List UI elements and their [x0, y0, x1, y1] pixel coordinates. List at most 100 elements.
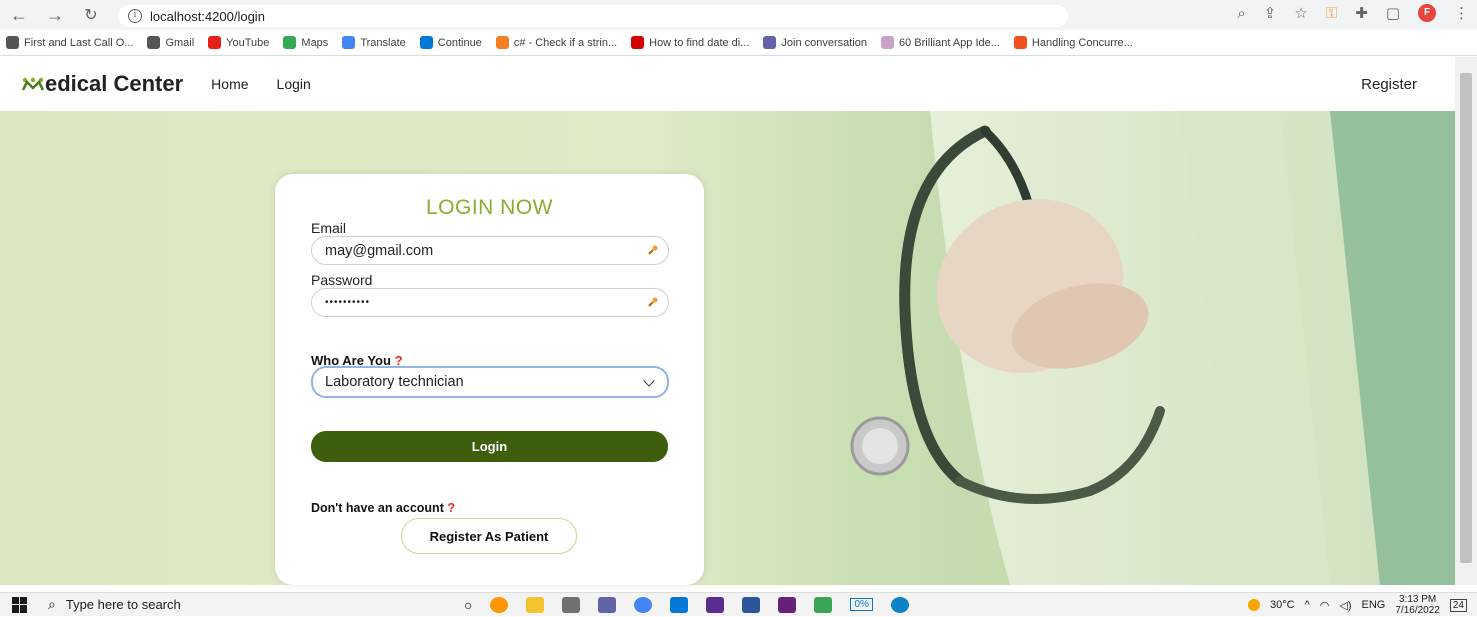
clock-time: 3:13 PM [1399, 594, 1437, 605]
weather-icon[interactable] [1248, 599, 1261, 611]
system-tray: 30°C ^ ◠ ◁) ENG 3:13 PM 7/16/2022 24 [1248, 593, 1467, 617]
page-bottom [0, 585, 1477, 592]
password-field[interactable]: •••••••••• [311, 288, 669, 317]
bookmark-favicon-icon [495, 36, 509, 49]
bookmark-item[interactable]: Join conversation [763, 36, 867, 49]
profile-avatar[interactable]: F [1418, 4, 1436, 22]
bookmark-label: Join conversation [781, 36, 868, 49]
browser-toolbar-icons: ⌕ ⇪ ☆ ⚿ ✚ ▢ F ⋮ [1237, 4, 1469, 22]
key-extension-icon[interactable]: ⚿ [1326, 5, 1337, 22]
nav-link-register[interactable]: Register [1361, 76, 1417, 93]
brand-m-icon [22, 77, 44, 91]
firefox-icon[interactable] [490, 596, 509, 613]
bookmark-label: c# - Check if a strin... [513, 36, 618, 49]
reload-icon[interactable]: ↻ [78, 2, 104, 28]
word-icon[interactable] [742, 596, 761, 613]
bookmark-favicon-icon [283, 36, 297, 49]
address-url: localhost:4200/login [150, 8, 265, 24]
hero-background [0, 111, 1455, 585]
no-account-question-mark: ? [447, 501, 455, 515]
bookmark-item[interactable]: c# - Check if a strin... [495, 36, 618, 49]
calculator-icon[interactable] [562, 596, 581, 613]
bookmark-favicon-icon [342, 36, 356, 49]
language-indicator[interactable]: ENG [1362, 599, 1386, 611]
forward-arrow-icon[interactable]: → [42, 2, 68, 28]
page-scrollbar[interactable] [1455, 57, 1477, 585]
chevron-down-icon [643, 375, 655, 387]
terminal-icon[interactable] [706, 596, 725, 613]
login-title: LOGIN NOW [425, 196, 553, 219]
clock-date: 7/16/2022 [1395, 605, 1440, 616]
bookmark-item[interactable]: How to find date di... [631, 36, 749, 49]
site-info-icon[interactable]: i [128, 9, 142, 23]
no-account-label: Don't have an account ? [311, 501, 455, 515]
notifications-icon[interactable]: 24 [1449, 598, 1467, 612]
weather-temp[interactable]: 30°C [1270, 599, 1295, 611]
extensions-puzzle-icon[interactable]: ✚ [1355, 4, 1368, 22]
email-label: Email [311, 220, 347, 236]
clock[interactable]: 3:13 PM 7/16/2022 [1395, 594, 1440, 616]
battery-indicator[interactable]: 0% [850, 598, 873, 611]
taskbar-search-placeholder: Type here to search [65, 597, 181, 612]
email-value: may@gmail.com [325, 242, 434, 259]
brand-logo[interactable]: edical Center [22, 71, 183, 97]
key-autofill-icon[interactable] [648, 245, 658, 255]
network-icon[interactable]: ◠ [1320, 599, 1330, 612]
bookmark-favicon-icon [1013, 36, 1027, 49]
windows-start-icon[interactable] [12, 596, 28, 613]
register-as-patient-button[interactable]: Register As Patient [401, 518, 577, 554]
help-icon[interactable] [890, 596, 909, 613]
bookmark-favicon-icon [208, 36, 222, 49]
bookmark-item[interactable]: Continue [419, 36, 482, 49]
bookmark-favicon-icon [631, 36, 645, 49]
speaker-icon[interactable]: ◁) [1339, 599, 1351, 612]
bookmark-item[interactable]: 60 Brilliant App Ide... [881, 36, 1000, 49]
chrome-icon[interactable] [634, 596, 653, 613]
role-select[interactable]: Laboratory technician [311, 366, 669, 398]
site-navbar: edical Center Home Login Register [0, 57, 1455, 111]
chevron-up-icon[interactable]: ^ [1305, 599, 1310, 611]
paint-icon[interactable] [814, 596, 833, 613]
bookmark-label: 60 Brilliant App Ide... [899, 36, 1000, 49]
bookmark-item[interactable]: First and Last Call O... [6, 36, 133, 49]
teams-icon[interactable] [598, 596, 617, 613]
address-bar[interactable]: i localhost:4200/login [118, 5, 1068, 27]
menu-kebab-icon[interactable]: ⋮ [1454, 4, 1469, 22]
share-icon[interactable]: ⇪ [1264, 4, 1277, 22]
side-panel-icon[interactable]: ▢ [1386, 4, 1400, 22]
zoom-icon[interactable]: ⌕ [1237, 5, 1245, 22]
password-value: •••••••••• [325, 297, 371, 308]
brand-name: edical Center [45, 71, 184, 96]
role-selected-value: Laboratory technician [325, 374, 464, 390]
bookmark-label: How to find date di... [649, 36, 750, 49]
bookmark-favicon-icon [763, 36, 777, 49]
vscode-icon[interactable] [670, 596, 689, 613]
doctor-stethoscope-image [850, 111, 1455, 585]
bookmark-item[interactable]: Handling Concurre... [1013, 36, 1133, 49]
file-explorer-icon[interactable] [526, 596, 545, 613]
bookmark-item[interactable]: YouTube [208, 36, 269, 49]
back-arrow-icon[interactable]: ← [6, 2, 32, 28]
bookmark-label: Continue [437, 36, 482, 49]
scrollbar-thumb[interactable] [1460, 73, 1472, 563]
email-field[interactable]: may@gmail.com [311, 236, 669, 265]
password-label: Password [311, 272, 373, 288]
nav-link-login[interactable]: Login [277, 76, 311, 92]
taskbar-search[interactable]: ⌕ Type here to search [48, 596, 428, 613]
task-view-icon[interactable]: ○ [464, 597, 472, 613]
bookmark-label: Gmail [165, 36, 195, 49]
bookmark-item[interactable]: Gmail [147, 36, 194, 49]
star-icon[interactable]: ☆ [1294, 4, 1307, 22]
bookmark-label: Translate [360, 36, 406, 49]
bookmark-favicon-icon [6, 36, 19, 49]
key-autofill-icon[interactable] [648, 297, 658, 307]
bookmark-item[interactable]: Translate [342, 36, 406, 49]
bookmark-label: Maps [301, 36, 329, 49]
bookmark-item[interactable]: Maps [283, 36, 328, 49]
bookmark-favicon-icon [147, 36, 161, 49]
login-button[interactable]: Login [311, 431, 668, 462]
search-icon: ⌕ [48, 596, 56, 612]
visual-studio-icon[interactable] [778, 596, 797, 613]
nav-link-home[interactable]: Home [211, 76, 248, 92]
windows-taskbar: ⌕ Type here to search ○ 0% 30°C ^ ◠ ◁) E… [0, 592, 1477, 616]
